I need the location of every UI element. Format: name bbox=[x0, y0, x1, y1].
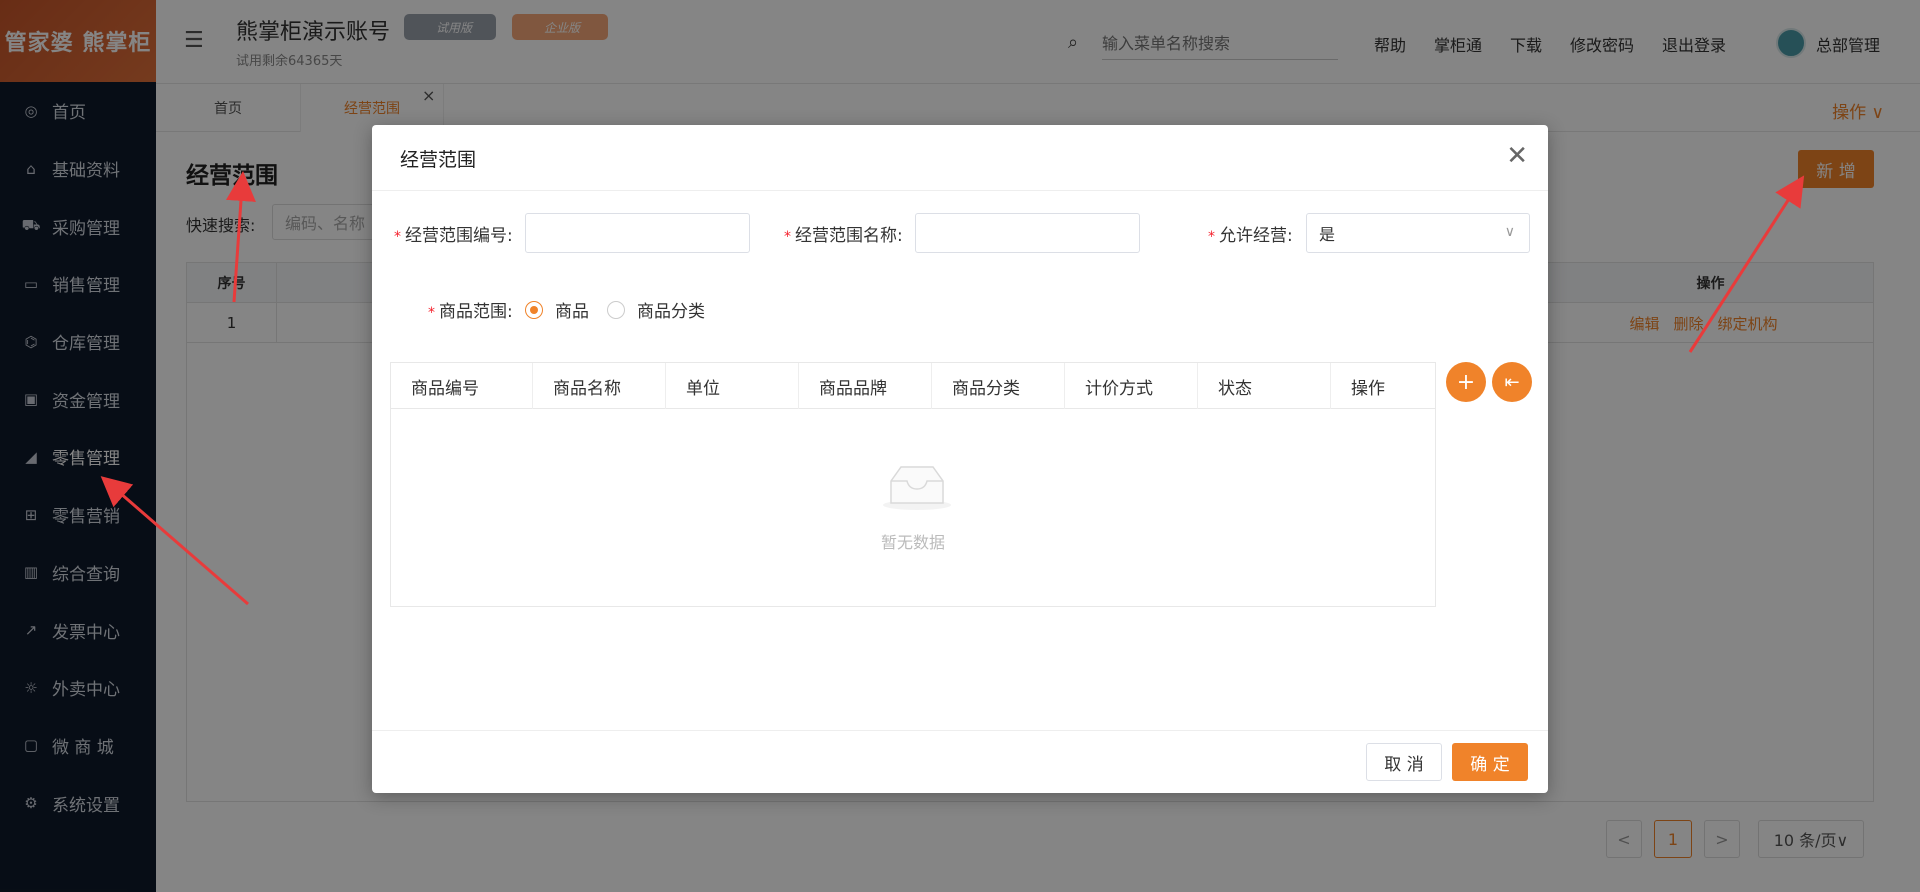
dialog-header: 经营范围 ✕ bbox=[372, 125, 1548, 191]
scope-name-label: * 经营范围名称: bbox=[784, 221, 903, 246]
goods-scope-label-text: 商品范围: bbox=[439, 302, 513, 322]
dialog-title: 经营范围 bbox=[400, 149, 477, 171]
scope-code-input[interactable] bbox=[525, 213, 750, 253]
allow-business-label-text: 允许经营: bbox=[1219, 226, 1293, 246]
plus-icon: + bbox=[1456, 369, 1476, 395]
column-header-brand: 商品品牌 bbox=[799, 363, 932, 409]
close-icon[interactable]: ✕ bbox=[1506, 141, 1528, 171]
allow-business-label: * 允许经营: bbox=[1208, 221, 1293, 246]
goods-grid-header: 商品编号 商品名称 单位 商品品牌 商品分类 计价方式 状态 操作 bbox=[391, 363, 1435, 409]
scope-code-label: * 经营范围编号: bbox=[394, 221, 513, 246]
allow-business-select[interactable]: 是 ∨ bbox=[1306, 213, 1530, 253]
business-scope-dialog: 经营范围 ✕ * 经营范围编号: * 经营范围名称: * 允许经营: 是 ∨ * 商品范… bbox=[372, 125, 1548, 793]
goods-grid: 商品编号 商品名称 单位 商品品牌 商品分类 计价方式 状态 操作 暂无数据 bbox=[390, 362, 1436, 607]
goods-scope-label: * 商品范围: bbox=[428, 297, 513, 322]
column-header-goods-name: 商品名称 bbox=[533, 363, 666, 409]
radio-goods-category-label: 商品分类 bbox=[637, 302, 705, 322]
chevron-down-icon: ∨ bbox=[1504, 224, 1515, 240]
empty-box-icon bbox=[883, 466, 951, 510]
column-header-goods-code: 商品编号 bbox=[391, 363, 533, 409]
column-header-pricing: 计价方式 bbox=[1065, 363, 1198, 409]
column-header-category: 商品分类 bbox=[932, 363, 1065, 409]
scope-code-label-text: 经营范围编号: bbox=[405, 226, 513, 246]
add-goods-button[interactable]: + bbox=[1446, 362, 1486, 402]
column-header-unit: 单位 bbox=[666, 363, 799, 409]
empty-text: 暂无数据 bbox=[880, 533, 945, 552]
confirm-button[interactable]: 确 定 bbox=[1452, 743, 1528, 781]
column-header-ops: 操作 bbox=[1351, 378, 1385, 399]
radio-goods-category[interactable]: 商品分类 bbox=[607, 297, 705, 322]
required-mark: * bbox=[1208, 229, 1215, 245]
import-goods-button[interactable]: ⇤ bbox=[1492, 362, 1532, 402]
required-mark: * bbox=[394, 229, 401, 245]
radio-goods[interactable]: 商品 bbox=[525, 297, 589, 322]
required-mark: * bbox=[428, 305, 435, 321]
column-header-status: 状态 bbox=[1198, 363, 1331, 409]
cancel-button[interactable]: 取 消 bbox=[1366, 743, 1442, 781]
radio-unchecked-icon bbox=[607, 300, 625, 319]
import-icon: ⇤ bbox=[1504, 371, 1520, 393]
radio-goods-label: 商品 bbox=[555, 302, 589, 322]
dialog-footer: 取 消 确 定 bbox=[372, 730, 1548, 793]
radio-checked-icon bbox=[525, 300, 543, 319]
allow-business-value: 是 bbox=[1319, 225, 1336, 244]
scope-name-label-text: 经营范围名称: bbox=[795, 226, 903, 246]
scope-name-input[interactable] bbox=[915, 213, 1140, 253]
required-mark: * bbox=[784, 229, 791, 245]
